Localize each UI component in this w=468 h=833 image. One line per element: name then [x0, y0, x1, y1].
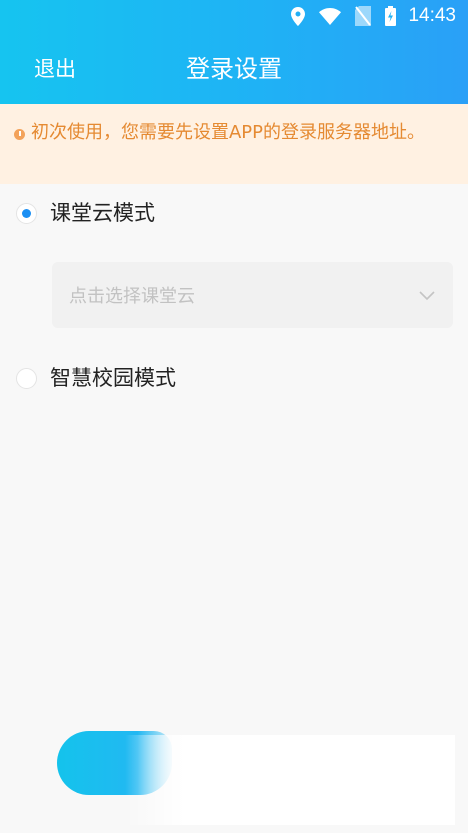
radio-selected-dot: [22, 208, 31, 218]
status-time: 14:43: [408, 5, 456, 26]
classroom-cloud-select[interactable]: 点击选择课堂云: [52, 262, 453, 328]
radio-smart-campus[interactable]: [16, 367, 37, 389]
location-icon: [291, 6, 306, 26]
chevron-down-icon: [419, 286, 435, 305]
bottom-panel: [125, 735, 455, 825]
option-label: 智慧校园模式: [50, 366, 176, 390]
status-bar: 14:43: [0, 0, 468, 32]
select-placeholder: 点击选择课堂云: [69, 286, 195, 307]
app-header: 14:43 退出 登录设置: [0, 0, 468, 104]
radio-classroom-cloud[interactable]: [16, 202, 37, 224]
option-label: 课堂云模式: [50, 201, 155, 225]
option-smart-campus[interactable]: 智慧校园模式: [16, 363, 176, 393]
battery-charging-icon: [385, 6, 397, 26]
title-bar: 退出 登录设置: [0, 32, 468, 104]
wifi-icon: [319, 7, 342, 25]
no-sim-icon: [355, 6, 372, 26]
setup-notice: 初次使用，您需要先设置APP的登录服务器地址。: [0, 104, 468, 184]
notice-text: 初次使用，您需要先设置APP的登录服务器地址。: [31, 122, 426, 143]
option-classroom-cloud[interactable]: 课堂云模式: [16, 198, 155, 228]
page-title: 登录设置: [186, 55, 282, 83]
warning-icon: [14, 129, 25, 140]
